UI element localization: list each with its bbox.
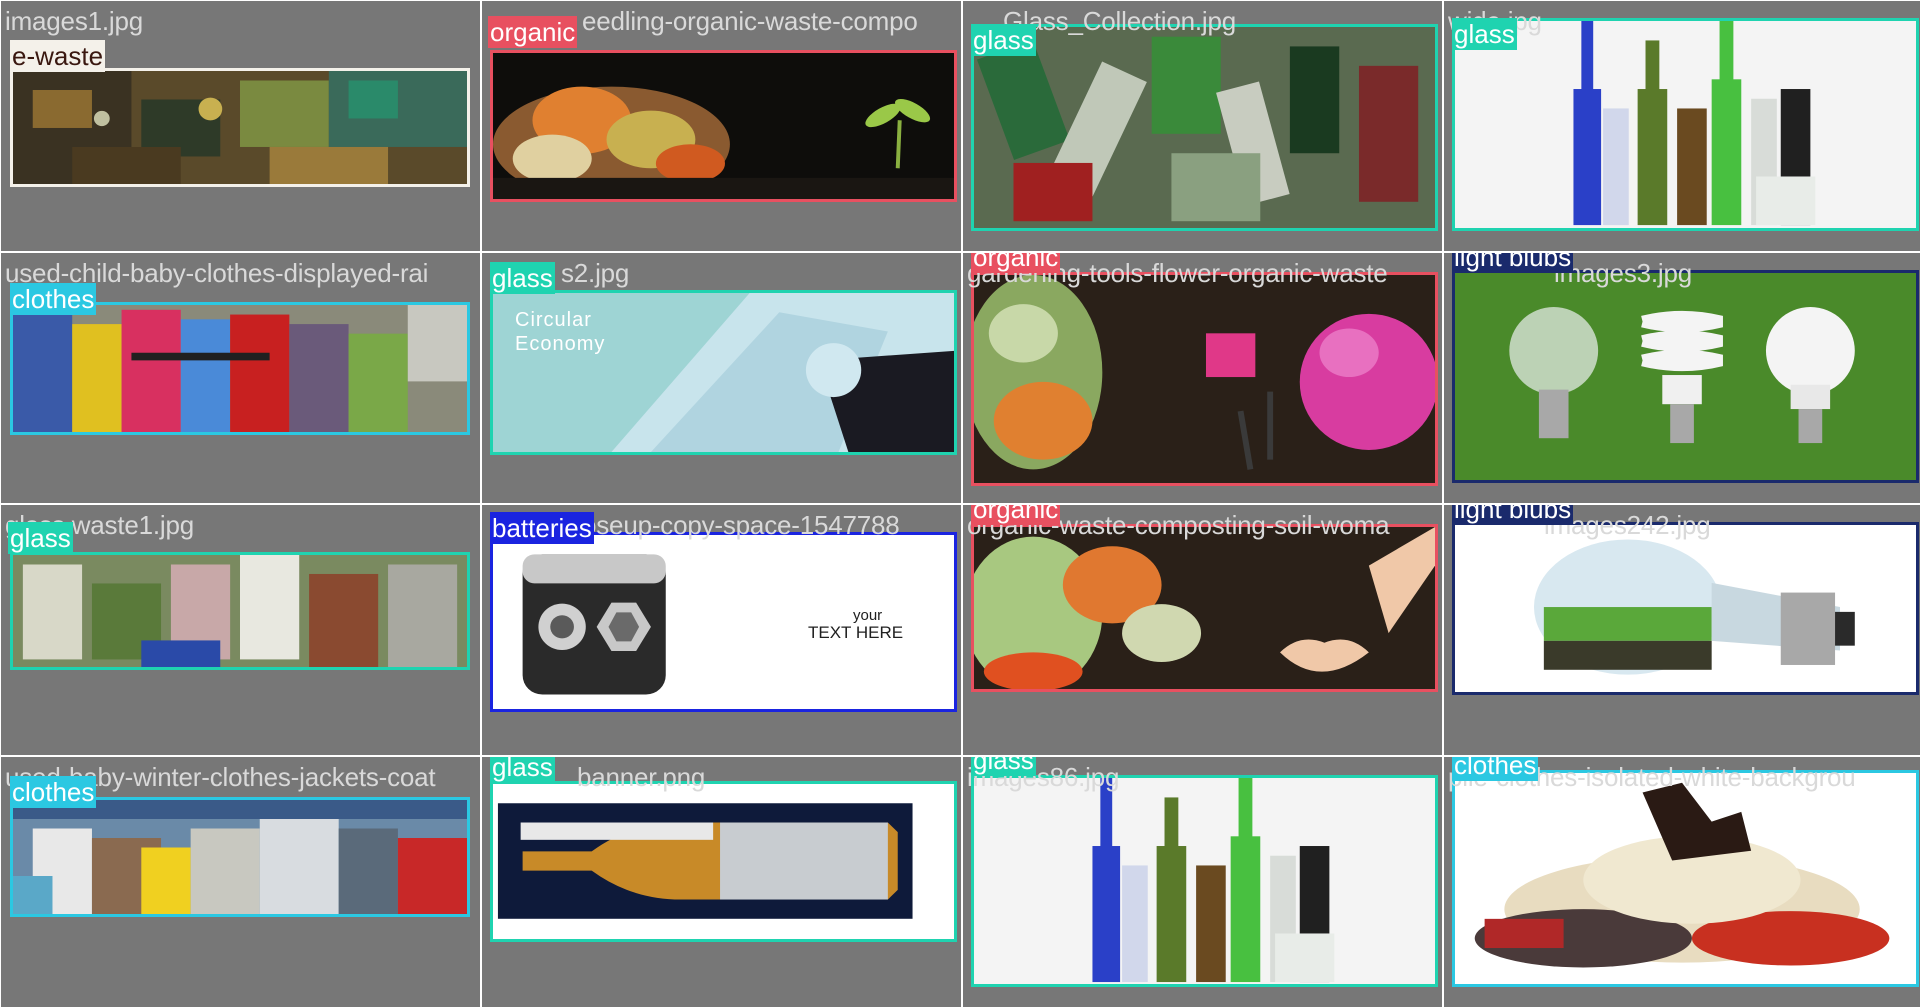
tile-13[interactable]: used-baby-winter-clothes-jackets-coat cl… <box>1 757 480 1007</box>
label-light-blubs: light blubs <box>1452 253 1574 273</box>
image-glass-jars <box>10 552 470 670</box>
label-glass: glass <box>1452 18 1517 50</box>
image-hands-soil <box>971 524 1438 692</box>
image-bottles-white <box>1452 18 1919 231</box>
filename-label: images1.jpg <box>5 6 143 36</box>
label-light-blubs: light blubs <box>1452 505 1574 525</box>
image-circuit-board <box>10 68 470 187</box>
image-glass-pile <box>971 24 1438 231</box>
tile-3[interactable]: Glass_Collection.jpg glass <box>963 1 1442 251</box>
image-beer-bottle <box>490 781 957 942</box>
image-bottles-white <box>971 775 1438 987</box>
tile-11[interactable]: organic-waste-composting-soil-woma organ… <box>963 505 1442 755</box>
tile-5[interactable]: used-child-baby-clothes-displayed-rai cl… <box>1 253 480 503</box>
label-glass: glass <box>490 262 555 294</box>
tile-7[interactable]: gardening-tools-flower-organic-waste org… <box>963 253 1442 503</box>
tile-2[interactable]: eedling-organic-waste-compo organic <box>482 1 961 251</box>
filename-label: images3.jpg <box>1554 258 1692 288</box>
image-garden-tools <box>971 272 1438 486</box>
label-glass: glass <box>490 757 555 783</box>
tile-8[interactable]: images3.jpg light blubs <box>1444 253 1920 503</box>
label-glass: glass <box>971 757 1036 776</box>
tile-14[interactable]: banner.png glass <box>482 757 961 1007</box>
image-three-bulbs <box>1452 270 1919 483</box>
label-batteries: batteries <box>490 512 594 544</box>
tile-15[interactable]: images86.jpg glass <box>963 757 1442 1007</box>
image-clothes-rack <box>10 302 470 435</box>
filename-label: oseup-copy-space-1547788 <box>582 510 900 540</box>
filename-label: banner.png <box>577 762 706 792</box>
image-text-your: your <box>853 607 883 624</box>
tile-16[interactable]: pile-clothes-isolated-white-backgrou clo… <box>1444 757 1920 1007</box>
tile-6[interactable]: s2.jpg Circular Economy glass <box>482 253 961 503</box>
tile-9[interactable]: glass waste1.jpg glass <box>1 505 480 755</box>
image-battery: your TEXT HERE <box>490 532 957 712</box>
label-organic: organic <box>488 16 578 48</box>
detection-grid: images1.jpg e-waste eedling-organic-wast… <box>0 0 1920 1008</box>
image-compost-seedling <box>490 50 957 202</box>
filename-label: eedling-organic-waste-compo <box>582 6 918 36</box>
image-text-circular: Circular <box>515 309 592 331</box>
label-clothes: clothes <box>10 283 97 315</box>
filename-label: Glass_Collection.jpg <box>1003 6 1237 36</box>
tile-12[interactable]: images242.jpg light blubs <box>1444 505 1920 755</box>
image-clothes-pile <box>1452 770 1919 987</box>
label-e-waste: e-waste <box>10 40 106 72</box>
label-organic: organic <box>971 505 1061 525</box>
label-clothes: clothes <box>10 776 97 808</box>
tile-4[interactable]: wide.jpg glass <box>1444 1 1920 251</box>
label-clothes: clothes <box>1452 757 1539 781</box>
image-jackets <box>10 797 470 917</box>
label-organic: organic <box>971 253 1061 273</box>
image-text-text-here: TEXT HERE <box>808 623 904 642</box>
label-glass: glass <box>971 24 1036 56</box>
image-eco-bulb <box>1452 522 1919 695</box>
label-glass: glass <box>8 522 73 554</box>
image-text-economy: Economy <box>515 333 606 355</box>
tile-1[interactable]: images1.jpg e-waste <box>1 1 480 251</box>
filename-label: s2.jpg <box>561 258 630 288</box>
image-circular-economy: Circular Economy <box>490 290 957 455</box>
tile-10[interactable]: oseup-copy-space-1547788 your TEXT HERE … <box>482 505 961 755</box>
